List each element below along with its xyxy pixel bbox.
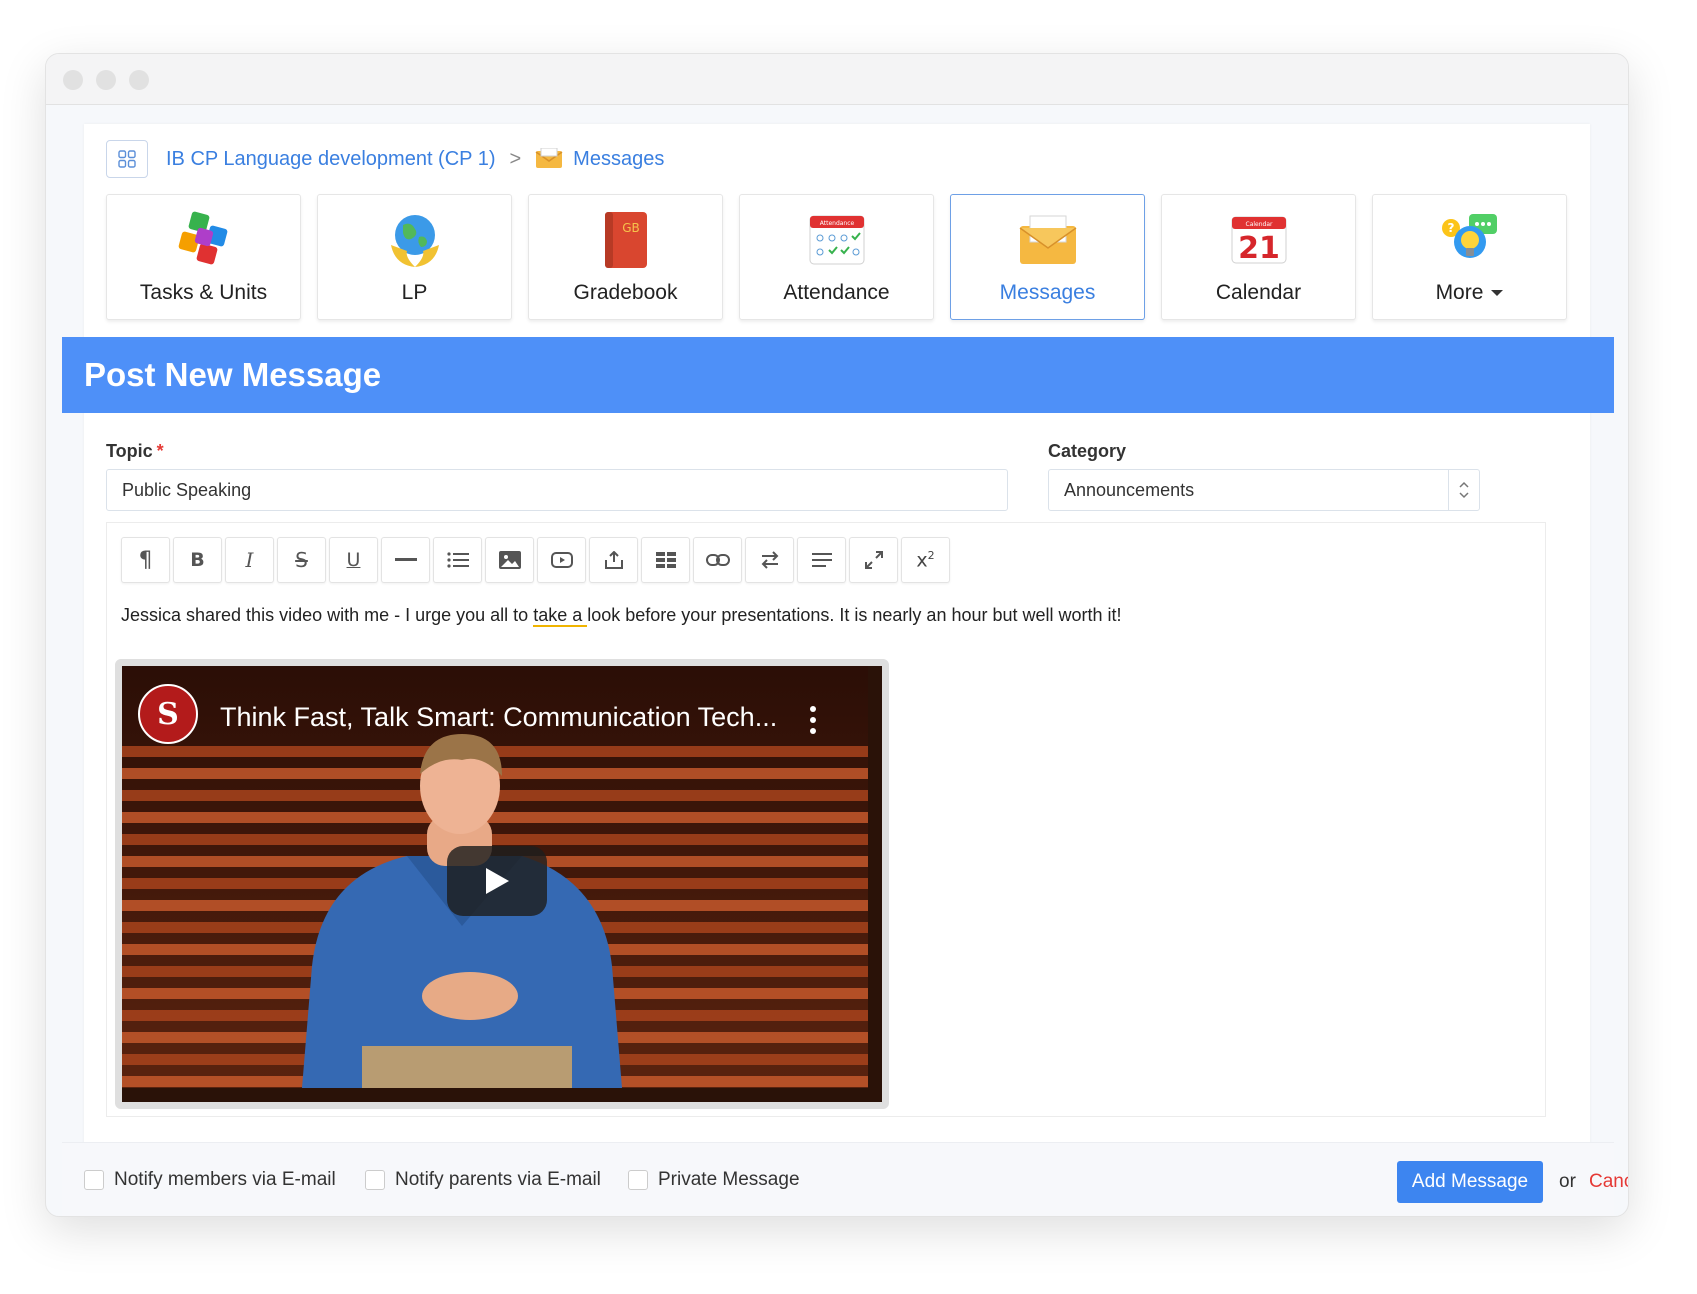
- apps-grid-button[interactable]: [106, 140, 148, 178]
- tool-attendance[interactable]: Attendance Attendance: [739, 194, 934, 320]
- checkbox-label: Notify members via E-mail: [114, 1169, 336, 1190]
- breadcrumb-separator: >: [509, 147, 522, 170]
- topic-label: Topic *: [106, 441, 164, 461]
- checkbox-label: Notify parents via E-mail: [395, 1169, 601, 1190]
- breadcrumb-current-link[interactable]: Messages: [573, 148, 664, 171]
- italic-icon[interactable]: I: [225, 537, 274, 583]
- video-more-menu-icon[interactable]: [810, 706, 818, 739]
- tool-more[interactable]: ? More: [1372, 194, 1567, 320]
- checkbox-box[interactable]: [628, 1170, 648, 1190]
- breadcrumb: IB CP Language development (CP 1) > Mess…: [106, 140, 664, 178]
- channel-logo[interactable]: S: [138, 684, 198, 744]
- add-message-button[interactable]: Add Message: [1397, 1161, 1543, 1203]
- attendance-icon: Attendance: [806, 209, 868, 271]
- topic-input[interactable]: Public Speaking: [106, 469, 1008, 511]
- envelope-icon: [1017, 209, 1079, 271]
- play-icon: [486, 868, 509, 894]
- embedded-video[interactable]: S Think Fast, Talk Smart: Communication …: [115, 659, 889, 1109]
- strikethrough-icon[interactable]: S: [277, 537, 326, 583]
- bold-icon[interactable]: B: [173, 537, 222, 583]
- tool-nav: Tasks & Units LP GB Gradebook Attendance…: [106, 194, 1583, 320]
- tool-label-more: More: [1436, 281, 1504, 305]
- grid-icon: [118, 150, 136, 168]
- puzzle-icon: [173, 209, 235, 271]
- window-maximize-dot[interactable]: [129, 70, 149, 90]
- tool-label: Attendance: [783, 281, 890, 304]
- notify-parents-checkbox[interactable]: Notify parents via E-mail: [365, 1169, 601, 1191]
- link-icon[interactable]: [693, 537, 742, 583]
- tool-label: LP: [401, 281, 428, 304]
- tool-label: Messages: [999, 281, 1096, 304]
- caret-down-icon: [1491, 290, 1504, 297]
- gradebook-icon: GB: [595, 209, 657, 271]
- spellcheck-flagged-text: take a: [533, 605, 588, 627]
- window-titlebar: [46, 54, 1628, 105]
- required-mark: *: [156, 441, 164, 461]
- tool-label: Tasks & Units: [139, 281, 268, 304]
- tool-gradebook[interactable]: GB Gradebook: [528, 194, 723, 320]
- page-title: Post New Message: [62, 337, 1614, 413]
- horizontal-rule-icon[interactable]: [381, 537, 430, 583]
- private-message-checkbox[interactable]: Private Message: [628, 1169, 800, 1191]
- underline-icon[interactable]: U: [329, 537, 378, 583]
- wood-slat: [122, 812, 868, 823]
- table-icon[interactable]: [641, 537, 690, 583]
- lightbulb-chat-icon: ?: [1439, 209, 1501, 271]
- browser-window: IB CP Language development (CP 1) > Mess…: [45, 53, 1629, 1217]
- list-icon[interactable]: [433, 537, 482, 583]
- video-icon[interactable]: [537, 537, 586, 583]
- image-icon[interactable]: [485, 537, 534, 583]
- notify-members-checkbox[interactable]: Notify members via E-mail: [84, 1169, 336, 1191]
- fullscreen-icon[interactable]: [849, 537, 898, 583]
- channel-logo-letter: S: [157, 696, 179, 732]
- tool-lp[interactable]: LP: [317, 194, 512, 320]
- select-chevron-icon[interactable]: [1448, 470, 1479, 510]
- tool-calendar[interactable]: Calendar 21 Calendar: [1161, 194, 1356, 320]
- form-footer: Notify members via E-mail Notify parents…: [62, 1142, 1628, 1216]
- text-direction-icon[interactable]: [745, 537, 794, 583]
- tool-label: Gradebook: [573, 281, 678, 304]
- category-selected-value: Announcements: [1064, 479, 1195, 500]
- calendar-icon-day: 21: [1238, 231, 1280, 265]
- main-content: IB CP Language development (CP 1) > Mess…: [62, 124, 1628, 1216]
- attendance-icon-text: Attendance: [819, 220, 854, 227]
- or-text: or: [1559, 1171, 1576, 1192]
- tool-messages[interactable]: Messages: [950, 194, 1145, 320]
- calendar-icon-text: Calendar: [1245, 221, 1273, 228]
- category-select[interactable]: Announcements: [1048, 469, 1480, 511]
- checkbox-box[interactable]: [84, 1170, 104, 1190]
- play-button[interactable]: [447, 846, 547, 916]
- message-body-text[interactable]: Jessica shared this video with me - I ur…: [121, 605, 1122, 627]
- window-close-dot[interactable]: [63, 70, 83, 90]
- tool-tasks-units[interactable]: Tasks & Units: [106, 194, 301, 320]
- tool-label: More: [1435, 281, 1484, 304]
- checkbox-box[interactable]: [365, 1170, 385, 1190]
- rich-text-editor[interactable]: ¶ B I S U x2 Jessica shared this video w…: [106, 522, 1546, 1117]
- envelope-icon: [535, 148, 563, 168]
- breadcrumb-course-link[interactable]: IB CP Language development (CP 1): [166, 148, 495, 171]
- cancel-link[interactable]: Cancel: [1589, 1171, 1628, 1193]
- globe-hands-icon: [384, 209, 446, 271]
- svg-text:?: ?: [1447, 221, 1454, 235]
- align-icon[interactable]: [797, 537, 846, 583]
- checkbox-label: Private Message: [658, 1169, 800, 1190]
- tool-label: Calendar: [1215, 281, 1302, 304]
- paragraph-icon[interactable]: ¶: [121, 537, 170, 583]
- wood-slat: [122, 834, 868, 845]
- superscript-icon[interactable]: x2: [901, 537, 950, 583]
- editor-toolbar: ¶ B I S U x2: [121, 537, 953, 583]
- upload-icon[interactable]: [589, 537, 638, 583]
- window-minimize-dot[interactable]: [96, 70, 116, 90]
- video-title[interactable]: Think Fast, Talk Smart: Communication Te…: [220, 702, 777, 733]
- calendar-icon: Calendar 21: [1228, 209, 1290, 271]
- gradebook-icon-text: GB: [622, 221, 640, 235]
- category-label: Category: [1048, 441, 1127, 461]
